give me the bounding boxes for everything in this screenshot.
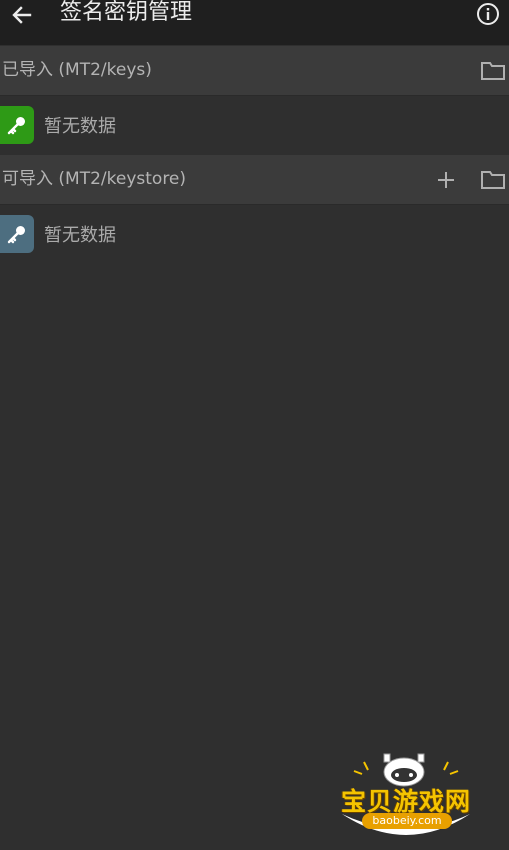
folder-icon <box>481 62 505 80</box>
arrow-left-icon <box>12 6 32 24</box>
key-icon-badge <box>0 215 34 253</box>
section-header-imported: 已导入 (MT2/keys) <box>0 46 509 96</box>
app-bar: 签名密钥管理 <box>0 0 509 45</box>
section-title-imported: 已导入 (MT2/keys) <box>2 60 152 80</box>
key-icon-badge <box>0 106 34 144</box>
info-icon <box>477 3 499 25</box>
page-title: 签名密钥管理 <box>60 0 193 25</box>
folder-icon <box>481 171 505 189</box>
watermark-logo: 宝贝游戏网 baobeiy.com <box>332 752 480 846</box>
key-icon <box>7 226 25 244</box>
section-header-importable: 可导入 (MT2/keystore) <box>0 155 509 205</box>
watermark-url: baobeiy.com <box>362 813 452 829</box>
empty-text-importable: 暂无数据 <box>44 225 116 246</box>
empty-text-imported: 暂无数据 <box>44 116 116 137</box>
list-item-imported-empty: 暂无数据 <box>0 96 509 154</box>
plus-icon <box>438 172 454 188</box>
add-keystore-button[interactable] <box>430 164 462 196</box>
open-folder-imported-button[interactable] <box>477 55 509 87</box>
list-item-importable-empty: 暂无数据 <box>0 205 509 263</box>
section-title-importable: 可导入 (MT2/keystore) <box>2 169 187 189</box>
back-button[interactable] <box>4 0 40 30</box>
key-icon <box>7 117 25 135</box>
open-folder-importable-button[interactable] <box>477 164 509 196</box>
info-button[interactable] <box>473 0 503 28</box>
